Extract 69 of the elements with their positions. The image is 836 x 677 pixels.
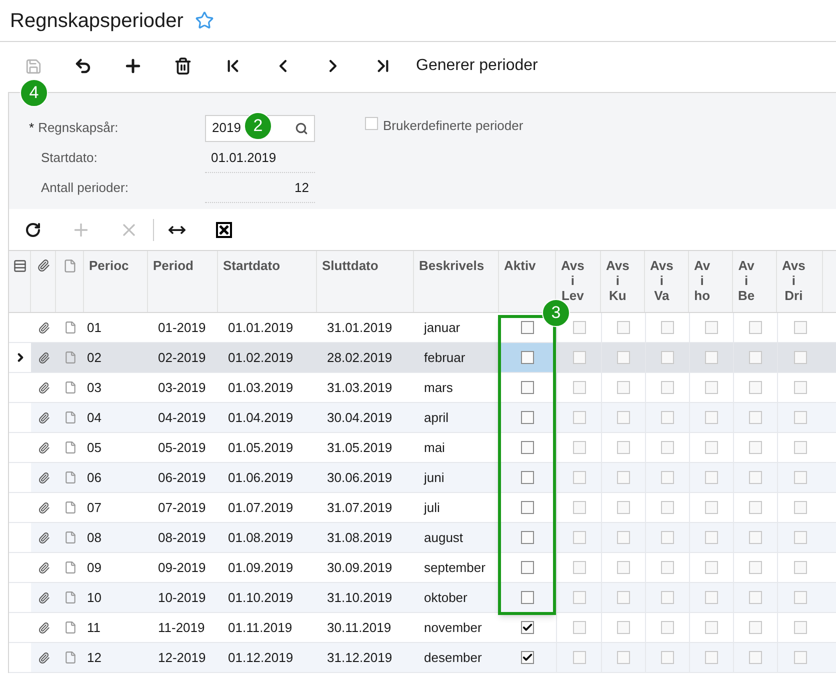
table-cell-text: 01.07.2019: [228, 498, 294, 517]
table-cell-text: 01.08.2019: [228, 528, 294, 547]
table-cell-text: 01-2019: [158, 318, 206, 337]
table-cell-text: 09: [87, 558, 102, 577]
table-cell-text: 01.04.2019: [228, 408, 294, 427]
field-label: Startdato:: [40, 149, 98, 168]
table-cell-text: 07: [87, 498, 102, 517]
table-cell-text: 05: [87, 438, 102, 457]
table-cell-text: 31.12.2019: [327, 648, 392, 667]
period-count-value: 12: [205, 173, 315, 203]
table-cell-text: 01.11.2019: [228, 618, 292, 637]
table-cell-text: november: [424, 618, 482, 637]
required-mark: *: [29, 119, 34, 138]
table-cell-text: 01.01.2019: [228, 318, 294, 337]
table-cell-text: 11-2019: [158, 618, 205, 637]
table-cell-text: 01.09.2019: [228, 558, 294, 577]
table-cell-text: 31.03.2019: [327, 378, 392, 397]
table-cell-text: 01.03.2019: [228, 378, 294, 397]
table-cell-text: 31.01.2019: [327, 318, 392, 337]
table-cell-text: 11: [87, 618, 100, 637]
table-cell-text: 12-2019: [158, 648, 206, 667]
table-cell-text: 02-2019: [158, 348, 206, 367]
start-date-value: 01.01.2019: [205, 143, 315, 173]
table-cell-text: mars: [424, 378, 453, 397]
table-cell-text: 09-2019: [158, 558, 206, 577]
table-cell-text: 01.06.2019: [228, 468, 294, 487]
table-cell-text: 28.02.2019: [327, 348, 392, 367]
table-cell-text: 01.02.2019: [228, 348, 294, 367]
table-cell-text: 31.08.2019: [327, 528, 392, 547]
table-cell-text: 30.04.2019: [327, 408, 392, 427]
table-cell-text: 10: [87, 588, 102, 607]
table-cell-text: 01.10.2019: [228, 588, 294, 607]
table-cell-text: 06-2019: [158, 468, 206, 487]
table-cell-text: april: [424, 408, 449, 427]
table-cell-text: januar: [424, 318, 460, 337]
table-cell-text: 01: [87, 318, 102, 337]
table-cell-text: desember: [424, 648, 482, 667]
step-number-tooltip: 4: [20, 79, 48, 107]
table-cell-text: 02: [87, 348, 102, 367]
table-cell-text: 12: [87, 648, 102, 667]
table-cell-text: 30.06.2019: [327, 468, 392, 487]
table-cell-text: 04: [87, 408, 102, 427]
table-cell-text: 04-2019: [158, 408, 206, 427]
table-cell-text: 05-2019: [158, 438, 206, 457]
table-cell-text: 01.12.2019: [228, 648, 294, 667]
table-cell-text: oktober: [424, 588, 468, 607]
field-label: Antall perioder:: [40, 179, 130, 198]
table-cell-text: mai: [424, 438, 445, 457]
table-cell-text: 01.05.2019: [228, 438, 294, 457]
table-cell-text: august: [424, 528, 464, 547]
table-cell-text: 03-2019: [158, 378, 206, 397]
table-cell-text: 06: [87, 468, 102, 487]
table-cell-text: 03: [87, 378, 102, 397]
table-cell-text: juli: [424, 498, 440, 517]
table-cell-text: 08: [87, 528, 102, 547]
table-cell-text: 30.09.2019: [327, 558, 392, 577]
table-cell-text: 30.11.2019: [327, 618, 392, 637]
table-cell-text: 31.07.2019: [327, 498, 392, 517]
table-cell-text: 31.05.2019: [327, 438, 392, 457]
table-cell-text: juni: [424, 468, 444, 487]
table-cell-text: februar: [424, 348, 466, 367]
field-label: Regnskapsår:: [38, 119, 118, 138]
table-cell-text: 10-2019: [158, 588, 206, 607]
table-cell-text: 31.10.2019: [327, 588, 392, 607]
table-cell-text: 07-2019: [158, 498, 206, 517]
table-cell-text: september: [424, 558, 486, 577]
checkbox-label: Brukerdefinerte perioder: [383, 117, 524, 135]
table-cell-text: 08-2019: [158, 528, 206, 547]
page-title: Regnskapsperioder: [10, 8, 184, 34]
